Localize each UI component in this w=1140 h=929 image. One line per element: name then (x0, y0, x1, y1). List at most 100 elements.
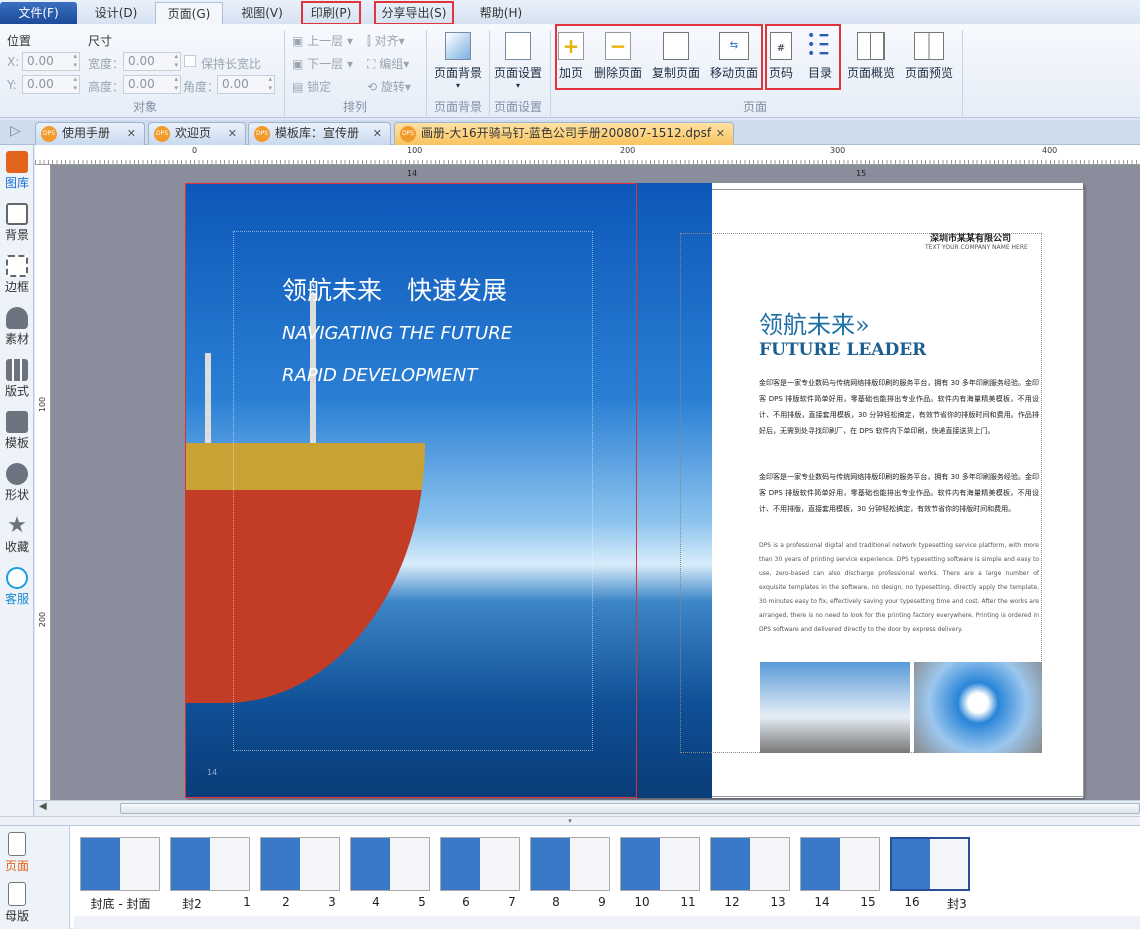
align-button[interactable]: ⫿ 对齐▾ (367, 32, 405, 49)
doc-tab[interactable]: DPS 使用手册 ✕ (35, 122, 145, 145)
thumbnail-label: 5 (418, 895, 426, 909)
page-thumbnail-strip: 页面 母版 封底 - 封面 封2 1 2 3 4 5 6 7 8 9 10 11 12 13 14 15 16 封3 (0, 825, 1140, 929)
doc-tab[interactable]: DPS 模板库：宣传册 ✕ (248, 122, 391, 145)
doc-tab-label: 模板库：宣传册 (275, 126, 360, 140)
page-thumbnail[interactable] (890, 837, 970, 891)
page-icon (8, 832, 26, 856)
businessman-photo[interactable] (760, 662, 910, 753)
page-overview-button[interactable]: 页面概览 (843, 32, 899, 81)
page-thumbnail[interactable] (260, 837, 340, 891)
toc-button[interactable]: • ━ • ━ • ━ 目录 (802, 29, 838, 81)
page-setup-button[interactable]: 页面设置 ▾ (490, 32, 546, 90)
company-name-cn[interactable]: 深圳市某某有限公司 (930, 231, 1011, 244)
x-input[interactable]: 0.00 (22, 52, 80, 71)
panel-splitter[interactable]: ▾ (0, 816, 1140, 825)
layout-grid-icon (6, 359, 28, 381)
page-number: 14 (207, 768, 218, 777)
rotate-button[interactable]: ⟲ 旋转▾ (367, 78, 411, 95)
page-thumbnail[interactable] (350, 837, 430, 891)
page-thumbnail[interactable] (800, 837, 880, 891)
sidebar-item-material[interactable]: 素材 (0, 307, 34, 347)
page-thumbnail[interactable] (710, 837, 790, 891)
page-thumbnail[interactable] (530, 837, 610, 891)
border-icon (6, 255, 28, 277)
page-thumbnail[interactable] (80, 837, 160, 891)
sidebar-item-background[interactable]: 背景 (0, 203, 34, 243)
company-name-en[interactable]: TEXT YOUR COMPANY NAME HERE (925, 244, 1028, 251)
sidebar-item-gallery[interactable]: 图库 (0, 151, 34, 191)
doc-tab-active[interactable]: DPS 画册-大16开骑马钉-蓝色公司手册200807-1512.dpsf ✕ (394, 122, 734, 145)
height-input[interactable]: 0.00 (123, 75, 181, 94)
sidebar-item-template[interactable]: 模板 (0, 411, 34, 451)
menu-file[interactable]: 文件(F) (0, 2, 77, 24)
paragraph-cn-2[interactable]: 金印客是一家专业数码与传统网络排版印刷的服务平台，拥有 30 多年印刷服务经验。… (759, 469, 1039, 517)
move-page-button[interactable]: ⇆ 移动页面 (706, 32, 762, 81)
keep-ratio-checkbox[interactable] (184, 55, 196, 67)
page-preview-label: 页面预览 (904, 66, 953, 80)
ruler-tick: 200 (38, 611, 48, 628)
add-page-button[interactable]: + 加页 (556, 32, 586, 81)
scroll-thumb[interactable] (120, 803, 1140, 814)
sidebar-item-favorites[interactable]: ★ 收藏 (0, 515, 34, 555)
page-thumbnail[interactable] (440, 837, 520, 891)
sidebar-item-shape[interactable]: 形状 (0, 463, 34, 503)
shape-icon (6, 463, 28, 485)
page-thumbnail[interactable] (620, 837, 700, 891)
page-preview-button[interactable]: 页面预览 (901, 32, 957, 81)
menu-view[interactable]: 视图(V) (228, 2, 296, 24)
book-icon (914, 32, 944, 60)
heading-cn[interactable]: 领航未来» (759, 305, 870, 340)
size-label: 尺寸 (88, 34, 113, 48)
group-page-setup-label: 页面设置 (493, 100, 542, 114)
menu-share-export[interactable]: 分享导出(S) (374, 1, 454, 25)
paragraph-en[interactable]: DPS is a professional digital and tradit… (759, 539, 1039, 637)
menu-page[interactable]: 页面(G) (155, 2, 223, 24)
star-icon: ★ (7, 513, 27, 538)
sidebar-item-border[interactable]: 边框 (0, 255, 34, 295)
master-panel-tab[interactable]: 母版 (0, 882, 34, 924)
doc-tab-label: 欢迎页 (175, 126, 212, 140)
sidebar-item-support[interactable]: 客服 (0, 567, 34, 607)
paint-bucket-icon (445, 32, 471, 60)
globe-photo[interactable] (914, 662, 1042, 753)
close-icon[interactable]: ✕ (716, 123, 725, 144)
rotate-label: 旋转 (380, 80, 405, 94)
page-thumbnail[interactable] (170, 837, 250, 891)
left-title-en2[interactable]: RAPID DEVELOPMENT (282, 365, 477, 386)
heading-en[interactable]: FUTURE LEADER (759, 340, 926, 360)
angle-input[interactable]: 0.00 (217, 75, 275, 94)
delete-page-button[interactable]: − 删除页面 (590, 32, 646, 81)
paragraph-cn-1[interactable]: 金印客是一家专业数码与传统网络排版印刷的服务平台，拥有 30 多年印刷服务经验。… (759, 375, 1039, 439)
copy-page-button[interactable]: 复制页面 (648, 32, 704, 81)
dps-icon: DPS (154, 126, 170, 142)
close-icon[interactable]: ✕ (228, 123, 237, 144)
sidebar-item-layout[interactable]: 版式 (0, 359, 34, 399)
lock-button[interactable]: ▤ 锁定 (292, 78, 331, 95)
width-input[interactable]: 0.00 (123, 52, 181, 71)
page-number-button[interactable]: # 页码 (766, 32, 796, 81)
left-title-cn[interactable]: 领航未来 快速发展 (282, 271, 507, 307)
menu-print[interactable]: 印刷(P) (301, 1, 361, 25)
bring-forward-button[interactable]: ▣ 上一层 ▾ (292, 32, 353, 49)
doc-tab[interactable]: DPS 欢迎页 ✕ (148, 122, 246, 145)
pages-panel-tab[interactable]: 页面 (0, 832, 34, 874)
menu-help[interactable]: 帮助(H) (462, 2, 540, 24)
left-title-en1[interactable]: NAVIGATING THE FUTURE (282, 323, 512, 344)
send-backward-button[interactable]: ▣ 下一层 ▾ (292, 55, 353, 72)
page-background-button[interactable]: 页面背景 ▾ (430, 32, 486, 90)
collapse-panel-icon[interactable]: ▷ (10, 123, 21, 139)
thumb-scrollbar[interactable] (74, 916, 1140, 929)
horizontal-scrollbar[interactable]: ◀ (35, 800, 1140, 816)
page-setup-icon (505, 32, 531, 60)
y-input[interactable]: 0.00 (22, 75, 80, 94)
close-icon[interactable]: ✕ (127, 123, 136, 144)
delete-page-icon: − (605, 32, 631, 60)
scroll-left-icon[interactable]: ◀ (39, 801, 47, 812)
menu-design[interactable]: 设计(D) (80, 2, 152, 24)
sidebar-label: 形状 (4, 488, 29, 502)
ruler-tick: 100 (38, 396, 48, 413)
left-page-ship-image[interactable]: 领航未来 快速发展 NAVIGATING THE FUTURE RAPID DE… (185, 183, 712, 798)
group-button[interactable]: ⛶ 编组▾ (367, 55, 409, 72)
close-icon[interactable]: ✕ (373, 123, 382, 144)
copy-page-label: 复制页面 (651, 66, 700, 80)
